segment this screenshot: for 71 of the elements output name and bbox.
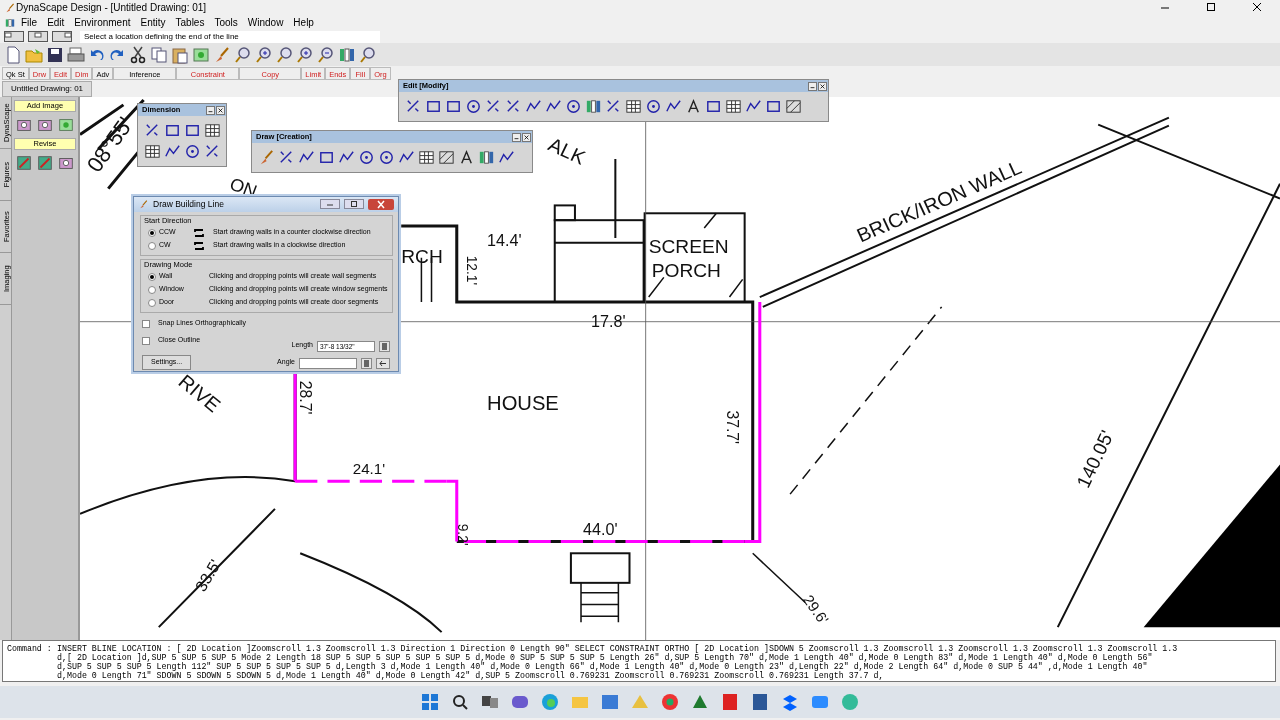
- drawing-label: 37.7': [724, 410, 742, 445]
- magnifier-icon[interactable]: [274, 44, 295, 65]
- edit-tool-icon[interactable]: [623, 97, 643, 116]
- menu-item[interactable]: Tools: [209, 15, 243, 30]
- print-icon[interactable]: [65, 44, 86, 65]
- edit-tool-icon[interactable]: [783, 97, 803, 116]
- grid-tool-icon[interactable]: [416, 148, 436, 167]
- close-icon[interactable]: [216, 105, 225, 115]
- close-icon[interactable]: [522, 132, 531, 142]
- command-text: d,SUP 5 SUP 5 SUP 5 Length 112" SUP 5 SUP 5 SUP 5 SUP 5 d,Length 3 d,Mode 1 Length 40" d,Mode 0 Length 66" d,Mode 1 Length 40" d,Mode 0 Length 23" d,Length 22" d,Mode 2 Length 64" d,Mode 0 SUP 5 44" ,d,Mode 1 Length 40": [57, 662, 1149, 671]
- input-field[interactable]: [299, 357, 357, 369]
- drawing-label: 24.1': [352, 460, 386, 478]
- drawing-label: HOUSE: [487, 392, 559, 415]
- radio-button[interactable]: [148, 272, 156, 281]
- rotate-arrows-icon: [193, 227, 205, 238]
- drawing-label: PORCH: [651, 260, 721, 282]
- radio-button[interactable]: [148, 241, 156, 250]
- drawing-label: RCH: [401, 245, 443, 267]
- picture-icon[interactable]: [36, 154, 54, 172]
- dialog-title: Draw Building Line: [153, 198, 224, 211]
- drawing-label: 17.8': [591, 312, 626, 330]
- checkbox[interactable]: [142, 336, 150, 345]
- app-logo-icon: [138, 199, 149, 210]
- radio-button[interactable]: [148, 298, 156, 307]
- drawing-label: ALK: [544, 133, 589, 169]
- radio-button[interactable]: [148, 228, 156, 237]
- minimize-icon[interactable]: [206, 105, 215, 115]
- menu-item[interactable]: Edit: [42, 15, 70, 30]
- drawing-label: 28.7': [297, 380, 315, 415]
- command-label: Command :: [7, 644, 53, 655]
- menu-item[interactable]: Entity: [135, 15, 171, 30]
- prompt-field: Select a location defining the end of the line: [80, 30, 380, 43]
- radio-button[interactable]: [148, 285, 156, 294]
- arrow-left-icon[interactable]: [376, 357, 390, 369]
- minimize-icon[interactable]: [512, 132, 521, 142]
- menu-item[interactable]: File: [16, 15, 43, 30]
- magnifier-icon[interactable]: [232, 44, 253, 65]
- document-tab[interactable]: Untitled Drawing: 01: [2, 81, 93, 97]
- minimize-icon[interactable]: [808, 81, 817, 91]
- edit-tool-icon[interactable]: [723, 97, 743, 116]
- dimension-tool-icon[interactable]: [202, 121, 222, 140]
- layout-toggle-icon[interactable]: [52, 31, 72, 42]
- layout-toggle-icon[interactable]: [4, 31, 24, 42]
- app-menu-icon[interactable]: [4, 16, 16, 29]
- zoom-in-icon[interactable]: [253, 44, 274, 65]
- dimension-tool-icon[interactable]: [142, 142, 162, 161]
- command-text: INSERT BLINE LOCATION : [ 2D Location ]Zoomscroll 1.3 Zoomscroll 1.3 Direction 1 Direction 0 Length 90" SELECT CONSTRAINT ORTHO [ 2D Location ]SDOWN 5 Zoomscroll 1.3 Zoomscroll 1.3 Zoomscroll 1.3 Zoomscroll 1.3 Zoomscroll 1.3: [57, 644, 1178, 653]
- command-text: d,[ 2D Location ]d,SUP 5 SUP 5 SUP 5 Mode 2 Length 18 SUP 5 SUP 5 SUP 5 SUP 5 SUP 5 d,Mode 0 SUP 5 SUP 5 SUP 5 Length 26" d,SUP 5 Length 70" d,Mode 1 Length 40" d,Mode 0 Length 83" d,Mode 1 Length 40" d,Mode 0 Length 56": [57, 653, 1154, 662]
- hatch-tool-icon[interactable]: [436, 148, 456, 167]
- menu-item[interactable]: Help: [288, 15, 319, 30]
- menu-item[interactable]: Tables: [170, 15, 210, 30]
- windows-logo-icon[interactable]: [419, 691, 441, 713]
- rotate-arrows-icon: [193, 240, 205, 251]
- layout-toggle-icon[interactable]: [28, 31, 48, 42]
- menu-item[interactable]: Window: [242, 15, 289, 30]
- menu-item[interactable]: Environment: [69, 15, 136, 30]
- drawing-label: 12.1': [463, 255, 481, 286]
- browser-icon[interactable]: [659, 691, 681, 713]
- copy-icon[interactable]: [149, 44, 170, 65]
- app-logo-icon: [4, 1, 16, 14]
- drawing-label: 9.2': [454, 523, 471, 546]
- picture-icon[interactable]: [15, 154, 34, 172]
- drawing-label: SCREEN: [648, 235, 729, 257]
- command-text: d,Mode 0 Length 71" SDOWN 5 SDOWN 5 SDOWN 5 d,Mode 1 Length 40" d,Mode 0 Length 42" d,SUP 5 Zoomscroll 0.769231 Zoomscroll 0.769231 Zoomscroll 0.769231 Length 37.7 d,: [57, 671, 885, 680]
- drawing-label: 14.4': [487, 232, 522, 249]
- picture-icon[interactable]: [56, 116, 75, 134]
- drawing-label: 44.0': [583, 520, 618, 538]
- close-icon[interactable]: [818, 81, 827, 91]
- maximize-icon[interactable]: [344, 199, 364, 209]
- window-title: DynaScape Design - [Untitled Drawing: 01]: [16, 1, 207, 15]
- checkbox[interactable]: [142, 319, 150, 328]
